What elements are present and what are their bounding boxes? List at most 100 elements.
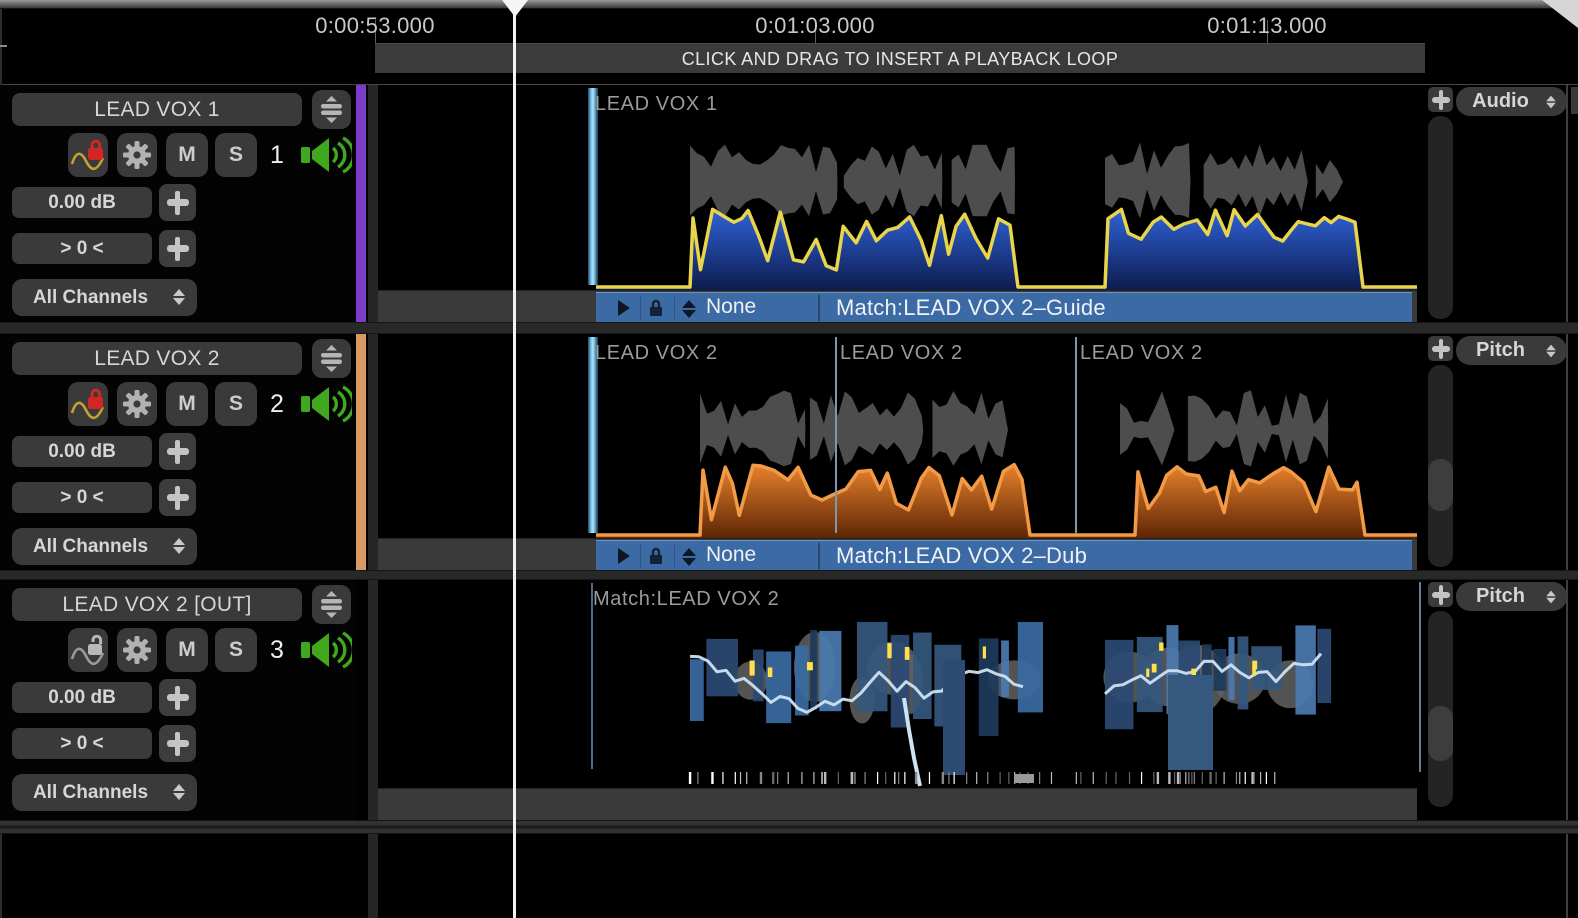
time-offset-field[interactable]: > 0 <: [12, 233, 152, 264]
waveform-lock-icon[interactable]: [68, 628, 108, 672]
separator: [674, 297, 675, 319]
playhead-line[interactable]: [513, 0, 516, 918]
solo-button[interactable]: S: [215, 133, 257, 177]
track-content-area[interactable]: LEAD VOX 2LEAD VOX 2LEAD VOX 2: [378, 334, 1417, 538]
clip-start-marker[interactable]: [588, 337, 598, 533]
process-preset-label[interactable]: None: [706, 295, 756, 319]
track-color-stripe: [356, 85, 366, 322]
track-name-button[interactable]: LEAD VOX 2: [12, 342, 302, 375]
chevron-updown-icon: [173, 538, 185, 554]
gain-crosshair-icon[interactable]: [159, 433, 196, 470]
process-control-bar[interactable]: None Match:LEAD VOX 2–Guide: [596, 292, 1412, 322]
scrollbar-thumb[interactable]: [1428, 706, 1453, 761]
chevron-updown-icon: [1546, 96, 1556, 109]
view-mode-label: Pitch: [1476, 585, 1525, 607]
speaker-on-icon[interactable]: [300, 630, 352, 675]
track-name-button[interactable]: LEAD VOX 1: [12, 93, 302, 126]
clip-label: LEAD VOX 2: [840, 342, 963, 365]
offset-crosshair-icon[interactable]: [159, 230, 196, 267]
track-divider[interactable]: [0, 820, 1578, 834]
offset-crosshair-icon[interactable]: [159, 725, 196, 762]
track-height-stepper-icon[interactable]: [312, 90, 351, 129]
solo-button[interactable]: S: [215, 628, 257, 672]
vertical-scrollbar[interactable]: [1428, 365, 1453, 567]
waveform-lock-icon[interactable]: [68, 382, 108, 426]
track-content-area[interactable]: LEAD VOX 1: [378, 85, 1417, 290]
gain-crosshair-icon[interactable]: [159, 184, 196, 221]
view-mode-dropdown[interactable]: Audio: [1456, 87, 1567, 116]
separator: [640, 545, 641, 567]
gear-icon[interactable]: [117, 133, 157, 177]
solo-button[interactable]: S: [215, 382, 257, 426]
clip-start-marker[interactable]: [591, 583, 593, 769]
view-mode-label: Audio: [1472, 90, 1529, 112]
play-icon[interactable]: [618, 300, 630, 316]
process-match-label[interactable]: Match:LEAD VOX 2–Dub: [836, 543, 1087, 569]
track-number: 2: [260, 382, 294, 426]
waveform-lock-icon[interactable]: [68, 133, 108, 177]
lock-icon[interactable]: [648, 546, 664, 571]
separator: [818, 543, 820, 569]
mute-button[interactable]: M: [166, 133, 208, 177]
playhead-marker[interactable]: [502, 0, 528, 17]
preset-updown-icon[interactable]: [682, 548, 696, 566]
vertical-scrollbar[interactable]: [1428, 116, 1453, 319]
time-offset-field[interactable]: > 0 <: [12, 482, 152, 513]
clip-boundary-line[interactable]: [1075, 337, 1077, 533]
gear-icon[interactable]: [117, 628, 157, 672]
chevron-updown-icon: [1546, 591, 1556, 604]
vertical-scrollbar[interactable]: [1428, 611, 1453, 807]
playback-loop-bar[interactable]: CLICK AND DRAG TO INSERT A PLAYBACK LOOP: [375, 43, 1425, 73]
time-offset-field[interactable]: > 0 <: [12, 728, 152, 759]
track-bottom-bar: None Match:LEAD VOX 2–Dub: [378, 538, 1417, 570]
view-mode-dropdown[interactable]: Pitch: [1456, 582, 1567, 611]
waveform-display: [378, 580, 1417, 788]
track-header: LEAD VOX 1: [0, 85, 356, 322]
track-color-stripe: [356, 334, 366, 570]
mute-button[interactable]: M: [166, 628, 208, 672]
track-divider[interactable]: [0, 570, 1578, 580]
clip-label: LEAD VOX 2: [1080, 342, 1203, 365]
process-control-bar[interactable]: None Match:LEAD VOX 2–Dub: [596, 540, 1412, 570]
mute-button[interactable]: M: [166, 382, 208, 426]
track-number: 3: [260, 628, 294, 672]
track-name-button[interactable]: LEAD VOX 2 [OUT]: [12, 588, 302, 621]
timeline-timestamp: 0:01:03.000: [755, 13, 875, 39]
gain-field[interactable]: 0.00 dB: [12, 187, 152, 218]
clip-start-marker[interactable]: [588, 88, 598, 285]
view-mode-dropdown[interactable]: Pitch: [1456, 336, 1567, 365]
app-root: { "ruler": { "timestamps": ["0:00:53.000…: [0, 0, 1578, 918]
clip-boundary-line[interactable]: [835, 337, 837, 533]
track-height-stepper-icon[interactable]: [312, 339, 351, 378]
channels-dropdown[interactable]: All Channels: [12, 528, 197, 565]
zoom-crosshair-icon[interactable]: [1428, 87, 1453, 112]
track-height-stepper-icon[interactable]: [312, 585, 351, 624]
chevron-updown-icon: [173, 289, 185, 305]
gear-icon[interactable]: [117, 382, 157, 426]
clipped-panel-button: [1571, 87, 1578, 114]
track-bottom-bar: None Match:LEAD VOX 2–Guide: [378, 290, 1417, 322]
view-mode-label: Pitch: [1476, 339, 1525, 361]
gain-crosshair-icon[interactable]: [159, 679, 196, 716]
zoom-crosshair-icon[interactable]: [1428, 336, 1453, 361]
process-preset-label[interactable]: None: [706, 543, 756, 567]
zoom-crosshair-icon[interactable]: [1428, 582, 1453, 607]
track-content-area[interactable]: Match:LEAD VOX 2: [378, 580, 1417, 788]
process-match-label[interactable]: Match:LEAD VOX 2–Guide: [836, 295, 1106, 321]
speaker-on-icon[interactable]: [300, 135, 352, 180]
channels-dropdown[interactable]: All Channels: [12, 279, 197, 316]
play-icon[interactable]: [618, 548, 630, 564]
preset-updown-icon[interactable]: [682, 300, 696, 318]
track-row: LEAD VOX 2 [OUT]: [0, 580, 1578, 820]
channels-dropdown[interactable]: All Channels: [12, 774, 197, 811]
gain-field[interactable]: 0.00 dB: [12, 436, 152, 467]
channels-dropdown-label: All Channels: [33, 536, 148, 557]
offset-crosshair-icon[interactable]: [159, 479, 196, 516]
scrollbar-thumb[interactable]: [1428, 459, 1453, 511]
clip-end-marker: [1419, 582, 1421, 772]
lock-icon[interactable]: [648, 298, 664, 323]
track-divider[interactable]: [0, 322, 1578, 334]
speaker-on-icon[interactable]: [300, 384, 352, 429]
gain-field[interactable]: 0.00 dB: [12, 682, 152, 713]
timeline-timestamp: 0:01:13.000: [1207, 13, 1327, 39]
